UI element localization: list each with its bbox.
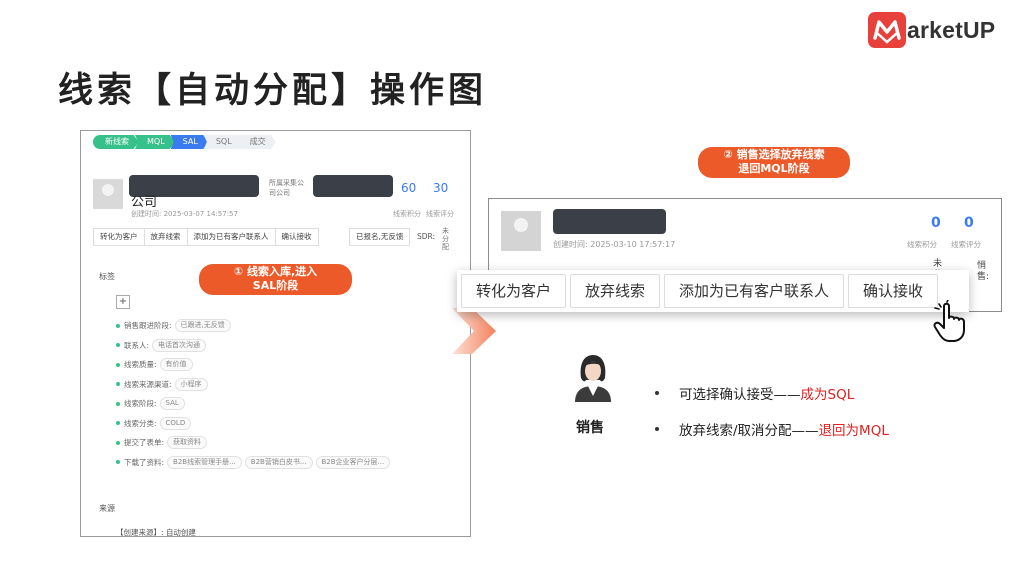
bullet-text: 放弃线索/取消分配—— [679,423,819,439]
salesperson-avatar-icon [575,355,611,402]
owner-line-1: 所属采集公 [269,179,304,187]
tag-label: 线索质量: [124,360,157,369]
tag-chip[interactable]: SAL [159,397,185,410]
tag-dot [116,460,120,464]
bullet-text: 可选择确认接受—— [679,387,801,403]
tag-dot [116,421,120,425]
stage-mql[interactable]: MQL [135,135,175,149]
stage-sal[interactable]: SAL [170,135,208,149]
tag-row: 下载了资料: B2B线索管理手册... B2B营销白皮书... B2B企业客户分层..… [116,455,391,469]
stage-sql[interactable]: SQL [203,135,242,149]
bullet-highlight: 成为SQL [800,387,855,403]
tag-chip[interactable]: 获取资料 [167,436,208,449]
tag-dot [116,343,120,347]
tag-chip[interactable]: B2B营销白皮书... [244,455,313,469]
source-heading: 来源 [99,504,115,513]
lead-score-label: 线索积分 [393,210,421,218]
sdr-value[interactable]: 未分配 [442,227,450,251]
slide-title: 线索【自动分配】操作图 [58,71,488,111]
callout-step-2: ② 销售选择放弃线索 退回MQL阶段 [698,147,850,178]
created-time: 创建时间: 2025-03-07 14:57:57 [131,210,238,218]
tag-row: 线索来源渠道: 小程序 [116,377,208,391]
confirm-receive-button[interactable]: 确认接收 [274,228,319,246]
lead-detail-panel-sal: 新线索 MQL SAL SQL 成交 公司 创建时间: 2025-03-07 1… [80,130,471,537]
callout-step-1: ① 线索入库,进入 SAL阶段 [199,264,352,295]
owner-line-2: 司公司 [269,189,290,197]
bullet-dot [655,427,659,431]
bullet-highlight: 退回为MQL [818,423,889,439]
lead-score-value: 60 [401,181,417,195]
stage-progress: 新线索 MQL SAL SQL 成交 [93,135,276,149]
tags-heading: 标签 [99,272,115,281]
bullet-dot [655,391,659,395]
lead-score-label: 线索积分 [907,240,937,249]
tag-row: 提交了表单: 获取资料 [116,436,208,449]
tag-row: 线索质量: 有价值 [116,358,193,371]
tag-dot [116,440,120,445]
redacted-name [553,209,666,234]
tag-label: 联系人: [124,340,150,350]
tag-chip[interactable]: COLD [159,416,192,430]
marketup-logo-icon [868,12,906,48]
tag-label: 提交了表单: [124,438,165,447]
stage-new-lead[interactable]: 新线索 [93,135,139,149]
tag-dot [116,401,120,406]
created-time: 创建时间: 2025-03-10 17:57:17 [553,240,676,249]
lead-rating-label: 线索评分 [951,240,981,249]
add-tag-button[interactable]: + [116,295,130,309]
tag-chip[interactable]: B2B企业客户分层... [315,455,391,469]
callout-1-text: ① 线索入库,进入 SAL阶段 [233,265,318,292]
confirm-receive-button[interactable]: 确认接收 [848,274,939,308]
tag-label: 线索来源渠道: [124,379,172,389]
lead-rating-value: 0 [964,215,974,231]
lead-rating-value: 30 [433,181,449,195]
tag-label: 线索分类: [124,418,157,428]
callout-2-text: ② 销售选择放弃线索 退回MQL阶段 [723,148,825,175]
lead-avatar [93,179,123,209]
abandon-lead-button[interactable]: 放弃线索 [570,274,661,308]
redacted-owner [313,175,393,197]
tag-label: 销售跟进阶段: [124,321,172,330]
tag-row: 销售跟进阶段: 已跟进,无反馈 [116,319,231,332]
owner-info: 所属采集公 司公司 [269,178,304,198]
stage-closed[interactable]: 成交 [237,135,276,149]
role-label: 销售 [576,420,604,436]
tag-row: 线索分类: COLD [116,416,192,430]
lead-action-buttons: 转化为客户 放弃线索 添加为已有客户联系人 确认接收 [93,228,319,246]
sales-owner: 悄 售: [977,261,990,282]
tag-dot [116,382,120,386]
lead-rating-label: 线索评分 [426,210,454,218]
brand-logo: arketUP [868,12,995,48]
tag-row: 线索阶段: SAL [116,397,185,410]
tag-chip[interactable]: 已跟进,无反馈 [174,319,231,332]
source-line: 【创建来源】: 自动创建 [116,528,196,537]
tag-chip[interactable]: 有价值 [159,358,193,371]
lead-action-bar: 转化为客户 放弃线索 添加为已有客户联系人 确认接收 [457,270,969,312]
logo-text: arketUP [907,16,996,43]
add-to-existing-contact-button[interactable]: 添加为已有客户联系人 [664,274,845,308]
lead-avatar [501,211,541,251]
pointer-hand-icon [933,300,965,342]
abandon-lead-button[interactable]: 放弃线索 [143,228,188,246]
lead-score-value: 0 [931,215,941,231]
tag-label: 线索阶段: [124,399,157,408]
tag-chip[interactable]: 电话首次沟通 [152,338,207,352]
add-contact-button[interactable]: 添加为已有客户联系人 [186,228,276,246]
sdr-label: SDR: [417,232,436,241]
tag-chip[interactable]: 小程序 [174,377,208,391]
tag-chip[interactable]: B2B线索管理手册... [167,455,242,469]
convert-to-customer-button[interactable]: 转化为客户 [93,228,145,246]
company-suffix: 公司 [131,195,158,210]
tag-dot [116,323,120,328]
bullet-abandon: 放弃线索/取消分配—— 退回为MQL [655,419,889,439]
flow-arrow-icon [452,308,496,354]
bullet-confirm: 可选择确认接受—— 成为SQL [655,383,854,403]
follow-status-select[interactable]: 已报名,无反馈 [349,228,411,246]
convert-to-customer-button[interactable]: 转化为客户 [461,274,567,308]
tag-row: 联系人: 电话首次沟通 [116,338,207,352]
tag-label: 下载了资料: [124,457,165,467]
tag-dot [116,362,120,367]
